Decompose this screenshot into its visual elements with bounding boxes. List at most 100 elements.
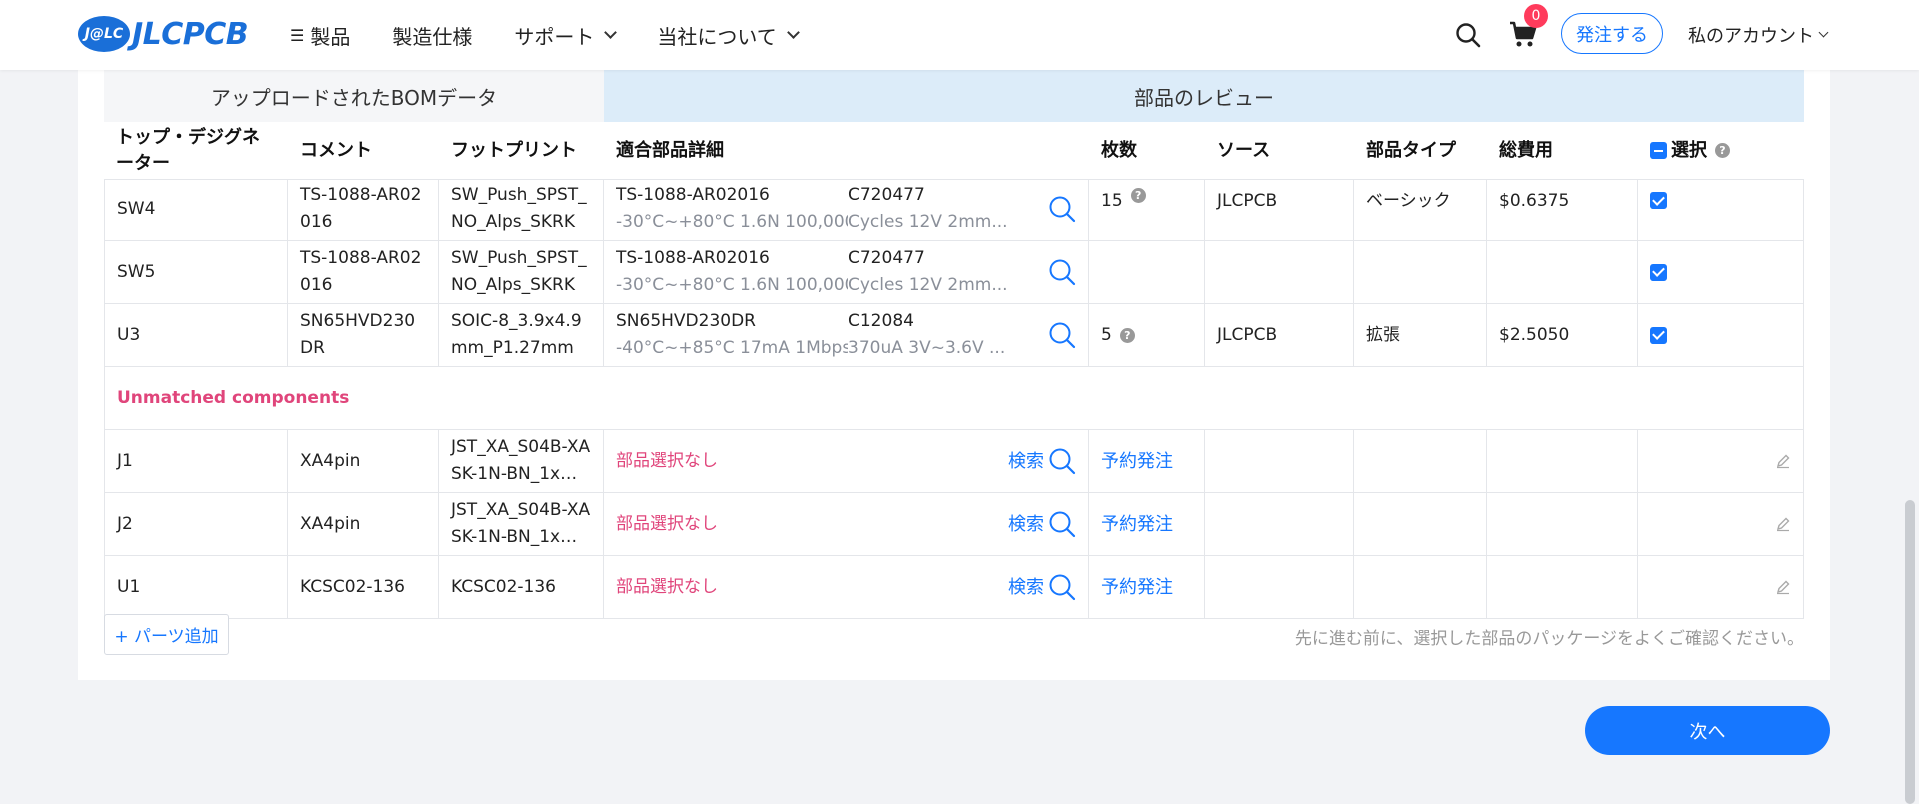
nav-products[interactable]: ☰ 製品 [290,21,350,50]
select-all-checkbox[interactable] [1650,142,1667,159]
search-icon[interactable] [1455,22,1481,48]
qty-value: 15 [1101,191,1123,211]
col-designator: トップ・デジグネーター [116,126,260,174]
table-row: SW5 TS-1088-AR02016 SW_Push_SPST_NO_Alps… [104,241,1804,304]
part-desc-more: 370uA 3V~3.6V ... [848,338,1006,358]
source-cell [1205,556,1354,618]
part-lcsc: C12084 [848,311,914,331]
part-details-cell: 部品選択なし 検索 [604,556,1089,618]
comment-cell: KCSC02-136 [288,556,439,618]
total-cell: $0.6375 [1487,180,1638,240]
order-button[interactable]: 発注する [1561,13,1663,54]
nav-manufacturing[interactable]: 製造仕様 [392,21,472,50]
help-icon[interactable]: ? [1715,143,1730,158]
chevron-down-icon [1818,27,1829,38]
select-cell [1638,556,1804,618]
edit-icon[interactable] [1775,579,1791,595]
designator-cell: J1 [104,430,288,492]
part-mpn: SN65HVD230DR [616,311,756,331]
select-cell[interactable] [1638,180,1804,240]
select-cell[interactable] [1638,304,1804,366]
main-nav: ☰ 製品 製造仕様 サポート 当社について [290,0,840,70]
part-details-cell: TS-1088-AR02016 C720477 -30°C~+80°C 1.6N … [604,241,1089,303]
col-select[interactable]: 選択 ? [1638,122,1804,179]
nav-about[interactable]: 当社について [657,21,800,50]
col-part-type: 部品タイプ [1366,139,1456,161]
footprint-cell: SW_Push_SPST_NO_Alps_SKRK [439,180,604,240]
table-row: SW4 TS-1088-AR02016 SW_Push_SPST_NO_Alps… [104,180,1804,241]
select-cell [1638,493,1804,555]
search-icon [1049,448,1076,475]
part-desc: -40°C~+85°C 17mA 1Mbps [616,338,848,358]
preorder-link[interactable]: 予約発注 [1101,574,1173,601]
preorder-link[interactable]: 予約発注 [1101,511,1173,538]
part-review-header: 部品のレビュー [604,70,1804,122]
chevron-down-icon [786,26,800,39]
search-label: 検索 [1008,513,1044,535]
help-icon[interactable]: ? [1130,188,1146,203]
part-details-cell: SN65HVD230DR C12084 -40°C~+85°C 17mA 1Mbp… [604,304,1089,366]
part-desc-more: Cycles 12V 2mm... [848,275,1008,295]
search-icon [1049,574,1076,601]
part-type-cell: ベーシック [1354,180,1487,240]
table-row: J1 XA4pin JST_XA_S04B-XASK-1N-BN_1x… 部品選… [104,430,1804,493]
search-part-link[interactable]: 検索 [1008,447,1076,475]
qty-cell: 予約発注 [1089,430,1205,492]
account-menu[interactable]: 私のアカウント [1688,0,1829,70]
search-icon[interactable] [1048,195,1076,223]
part-details-cell: 部品選択なし 検索 [604,493,1089,555]
part-details-cell: TS-1088-AR02016 C720477 -30°C~+80°C 1.6N … [604,180,1089,240]
qty-cell [1089,241,1205,303]
row-checkbox[interactable] [1650,263,1667,281]
edit-icon[interactable] [1775,516,1791,532]
total-cell [1487,241,1638,303]
part-desc: -30°C~+80°C 1.6N 100,000 [616,275,848,295]
footprint-cell: SW_Push_SPST_NO_Alps_SKRK [439,241,604,303]
footprint-cell: SOIC-8_3.9x4.9mm_P1.27mm [439,304,604,366]
qty-cell: 5? [1089,304,1205,366]
source-cell: JLCPCB [1205,304,1354,366]
total-cell [1487,430,1638,492]
search-part-link[interactable]: 検索 [1008,510,1076,538]
nav-support[interactable]: サポート [514,21,618,50]
package-check-note: 先に進む前に、選択した部品のパッケージをよくご確認ください。 [1294,629,1804,649]
edit-icon[interactable] [1775,453,1791,469]
source-cell: JLCPCB [1205,180,1354,240]
list-icon: ☰ [290,25,305,45]
comment-cell: TS-1088-AR02016 [288,241,439,303]
search-part-link[interactable]: 検索 [1008,573,1076,601]
part-lcsc: C720477 [848,185,925,205]
select-cell[interactable] [1638,241,1804,303]
designator-cell: SW4 [104,180,288,240]
row-checkbox[interactable] [1650,192,1667,209]
search-label: 検索 [1008,576,1044,598]
comment-cell: SN65HVD230DR [288,304,439,366]
part-type-cell [1354,556,1487,618]
part-details-cell: 部品選択なし 検索 [604,430,1089,492]
total-cell [1487,556,1638,618]
nav-support-label: サポート [514,24,595,49]
part-lcsc: C720477 [848,248,925,268]
next-button[interactable]: 次へ [1585,706,1830,755]
col-source: ソース [1217,139,1271,161]
col-footprint: フットプリント [451,139,577,161]
jlcpcb-logo[interactable]: J@LC JLCPCB [78,14,249,54]
row-checkbox[interactable] [1650,326,1667,344]
part-type-cell: 拡張 [1354,304,1487,366]
table-body: SW4 TS-1088-AR02016 SW_Push_SPST_NO_Alps… [104,180,1804,670]
unmatched-section-row: Unmatched components [104,367,1804,430]
search-icon[interactable] [1048,258,1076,286]
logo-text: JLCPCB [132,16,249,52]
preorder-link[interactable]: 予約発注 [1101,448,1173,475]
designator-cell: U1 [104,556,288,618]
search-icon[interactable] [1048,321,1076,349]
add-parts-button[interactable]: + パーツ追加 [104,614,229,655]
designator-cell: U3 [104,304,288,366]
qty-cell: 15? [1089,180,1205,240]
help-icon[interactable]: ? [1119,327,1135,343]
chevron-down-icon [604,26,618,39]
comment-cell: XA4pin [288,493,439,555]
nav-about-label: 当社について [657,24,777,49]
page-scrollbar[interactable] [1905,500,1915,804]
no-part-selected: 部品選択なし [616,450,718,471]
